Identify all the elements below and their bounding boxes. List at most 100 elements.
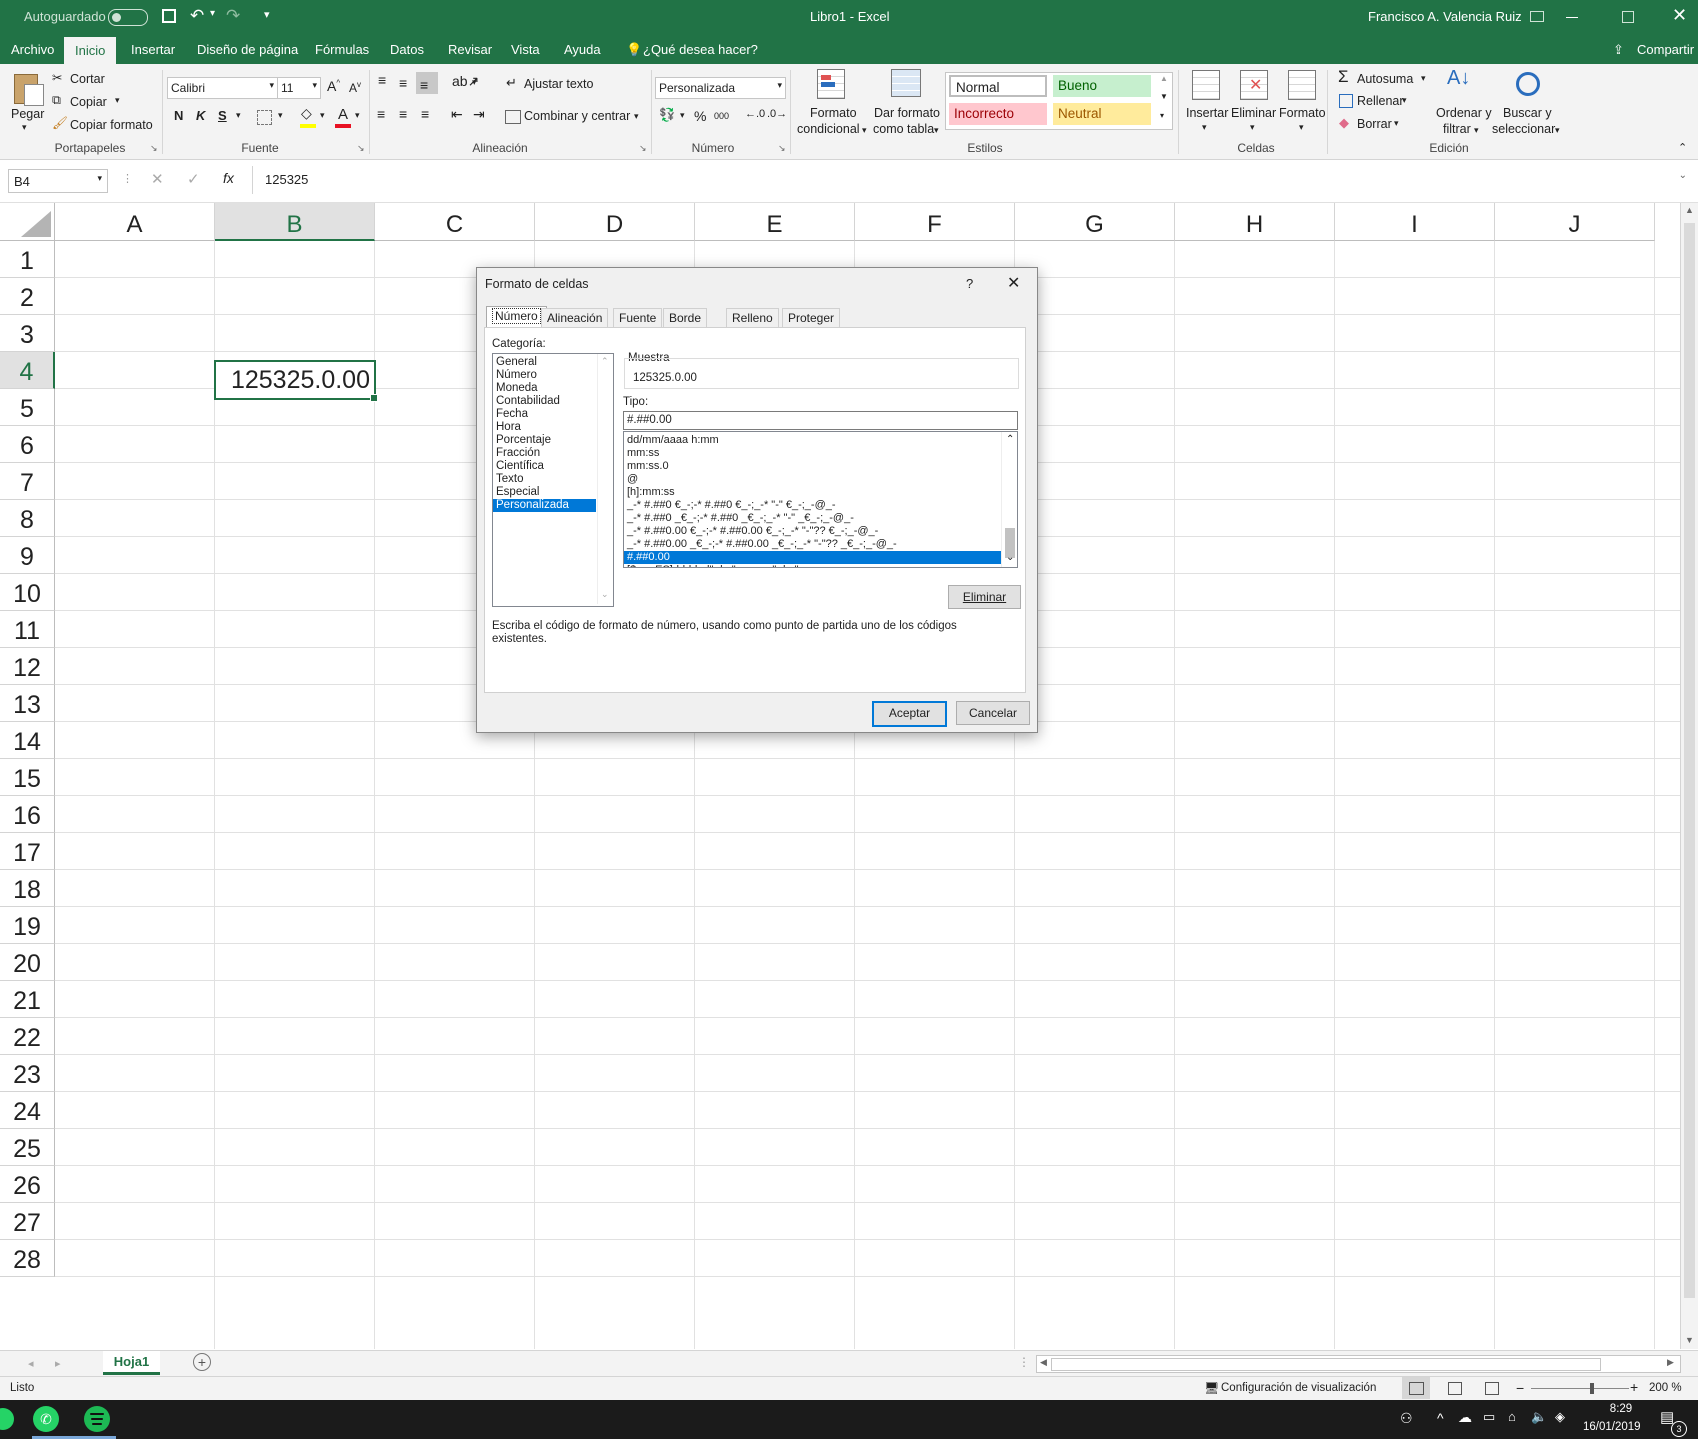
styles-scroll-down-icon[interactable]: ▼ — [1160, 92, 1168, 101]
align-right-icon[interactable]: ≡ — [421, 106, 429, 122]
style-incorrecto[interactable]: Incorrecto — [949, 103, 1047, 125]
format-cells-dropdown-icon[interactable]: ▾ — [1299, 122, 1304, 133]
conditional-format-label-1[interactable]: Formato — [810, 106, 857, 120]
dialog-tab-borde[interactable]: Borde — [663, 308, 708, 327]
tab-formulas[interactable]: Fórmulas — [315, 42, 369, 57]
whatsapp-partial-icon[interactable] — [0, 1408, 14, 1430]
row-header-22[interactable]: 22 — [0, 1018, 55, 1055]
paste-button[interactable]: Pegar — [11, 107, 44, 121]
ribbon-display-icon[interactable] — [1530, 11, 1544, 22]
thousands-button[interactable]: 000 — [714, 111, 729, 121]
dialog-tab-proteger[interactable]: Proteger — [782, 308, 841, 327]
confirm-entry-icon[interactable]: ✓ — [187, 170, 200, 188]
find-select-icon[interactable] — [1516, 72, 1540, 96]
volume-icon[interactable]: 🔈 — [1531, 1409, 1547, 1425]
zoom-slider-thumb[interactable] — [1590, 1383, 1594, 1394]
row-header-8[interactable]: 8 — [0, 500, 55, 537]
find-select-label-2[interactable]: seleccionar — [1492, 122, 1555, 136]
insert-function-icon[interactable]: fx — [223, 170, 234, 186]
format-as-table-icon[interactable] — [891, 69, 921, 99]
accounting-dropdown-icon[interactable]: ▾ — [680, 110, 685, 121]
percent-button[interactable]: % — [694, 108, 706, 124]
autosum-dropdown-icon[interactable]: ▾ — [1421, 73, 1426, 84]
row-header-23[interactable]: 23 — [0, 1055, 55, 1092]
category-item[interactable]: Fecha — [493, 408, 596, 421]
dialog-tab-alineacion[interactable]: Alineación — [541, 308, 609, 327]
formula-input[interactable]: 125325 ⌄ — [252, 166, 1691, 194]
vertical-scrollbar[interactable]: ▲ ▼ — [1680, 203, 1698, 1349]
font-color-dropdown-icon[interactable]: ▾ — [355, 110, 360, 121]
close-icon[interactable]: ✕ — [1672, 5, 1687, 26]
cut-button[interactable]: Cortar — [70, 72, 105, 86]
conditional-format-icon[interactable] — [817, 69, 847, 99]
zoom-slider[interactable] — [1531, 1388, 1629, 1389]
format-painter-button[interactable]: Copiar formato — [70, 118, 153, 132]
category-scrollbar[interactable]: ⌃ ⌄ — [597, 354, 613, 604]
column-header-f[interactable]: F — [855, 203, 1015, 241]
insert-cells-dropdown-icon[interactable]: ▾ — [1202, 122, 1207, 133]
page-layout-view-icon[interactable] — [1448, 1382, 1462, 1395]
number-launcher-icon[interactable]: ↘ — [778, 143, 786, 154]
insert-cells-button[interactable]: Insertar — [1186, 106, 1228, 120]
accounting-format-icon[interactable]: 💱 — [659, 107, 675, 123]
share-button[interactable]: Compartir — [1637, 42, 1694, 57]
find-select-dropdown-icon[interactable]: ▾ — [1555, 125, 1560, 136]
vertical-scroll-thumb[interactable] — [1684, 223, 1695, 1298]
borders-dropdown-icon[interactable]: ▾ — [278, 110, 283, 121]
type-item[interactable]: #.##0.00 — [624, 551, 1001, 564]
row-header-21[interactable]: 21 — [0, 981, 55, 1018]
show-hidden-icons[interactable]: ^ — [1437, 1410, 1444, 1426]
align-left-icon[interactable]: ≡ — [377, 106, 385, 122]
network-icon[interactable]: ⌂ — [1508, 1409, 1516, 1424]
decrease-indent-icon[interactable]: ⇤ — [451, 106, 463, 123]
display-settings-icon[interactable]: 🖥 — [1204, 1381, 1219, 1395]
row-header-28[interactable]: 28 — [0, 1240, 55, 1277]
style-bueno[interactable]: Bueno — [1053, 75, 1151, 97]
number-format-select[interactable]: Personalizada ▾ — [655, 77, 786, 99]
sort-filter-label-2[interactable]: filtrar — [1443, 122, 1471, 136]
type-scroll-up-icon[interactable]: ⌃ — [1006, 434, 1014, 445]
type-item[interactable]: _-* #.##0.00 €_-;-* #.##0.00 €_-;_-* "-"… — [624, 525, 1001, 538]
align-center-icon[interactable]: ≡ — [399, 106, 407, 122]
type-list[interactable]: dd/mm/aaaa h:mm mm:ss mm:ss.0 @ [h]:mm:ss _-*… — [623, 431, 1018, 568]
fill-handle[interactable] — [370, 394, 378, 402]
dropbox-icon[interactable]: ◈ — [1555, 1409, 1565, 1425]
category-item[interactable]: Personalizada — [493, 499, 596, 512]
font-launcher-icon[interactable]: ↘ — [357, 143, 365, 154]
customize-toolbar-icon[interactable]: ▾ — [264, 8, 270, 21]
paste-icon[interactable] — [10, 70, 46, 106]
category-item[interactable]: Moneda — [493, 382, 596, 395]
format-cells-button[interactable]: Formato — [1279, 106, 1326, 120]
wrap-text-button[interactable]: Ajustar texto — [524, 77, 593, 91]
delete-format-button[interactable]: Eliminar — [948, 585, 1021, 609]
row-header-11[interactable]: 11 — [0, 611, 55, 648]
row-header-10[interactable]: 10 — [0, 574, 55, 611]
row-header-24[interactable]: 24 — [0, 1092, 55, 1129]
category-item[interactable]: Contabilidad — [493, 395, 596, 408]
type-item[interactable]: mm:ss.0 — [624, 460, 1001, 473]
insert-cells-icon[interactable] — [1192, 70, 1220, 100]
eraser-icon[interactable]: ◆ — [1339, 115, 1349, 131]
conditional-format-dropdown-icon[interactable]: ▾ — [862, 125, 867, 136]
category-scroll-up-icon[interactable]: ⌃ — [601, 356, 609, 367]
autosum-icon[interactable]: Σ — [1338, 67, 1349, 87]
type-input[interactable]: #.##0.00 — [623, 411, 1018, 430]
merge-dropdown-icon[interactable]: ▾ — [634, 111, 639, 122]
column-header-h[interactable]: H — [1175, 203, 1335, 241]
tab-split-icon[interactable]: ⋮ — [1018, 1355, 1030, 1369]
delete-cells-icon[interactable]: ✕ — [1240, 70, 1268, 100]
horizontal-scrollbar[interactable]: ◀ ▶ — [1036, 1355, 1681, 1373]
undo-dropdown-icon[interactable]: ▾ — [210, 8, 215, 19]
row-header-5[interactable]: 5 — [0, 389, 55, 426]
type-scroll-down-icon[interactable]: ⌄ — [1006, 552, 1014, 563]
zoom-level[interactable]: 200 % — [1649, 1382, 1682, 1394]
find-select-label-1[interactable]: Buscar y — [1503, 106, 1552, 120]
row-header-26[interactable]: 26 — [0, 1166, 55, 1203]
category-item[interactable]: General — [493, 356, 596, 369]
dialog-tab-relleno[interactable]: Relleno — [726, 308, 779, 327]
bold-button[interactable]: N — [174, 108, 183, 123]
type-item[interactable]: dd/mm/aaaa h:mm — [624, 434, 1001, 447]
cut-icon[interactable]: ✂ — [52, 70, 62, 85]
dialog-help-button[interactable]: ? — [966, 276, 973, 291]
battery-icon[interactable]: ▭ — [1483, 1409, 1495, 1425]
